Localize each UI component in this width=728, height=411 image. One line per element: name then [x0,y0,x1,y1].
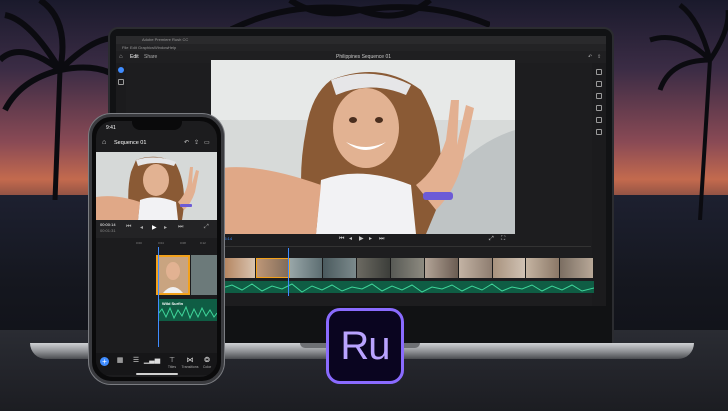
video-clip[interactable] [357,258,392,278]
selfie-video-frame [211,60,515,234]
phone-notch [132,121,182,130]
step-forward-icon[interactable]: ⏭ [379,235,384,243]
video-clip[interactable] [222,258,256,278]
forward-icon[interactable]: ▸ [369,235,372,243]
audio-clip-label: Wild Surfin [162,301,184,306]
fit-icon[interactable]: ⤢ [489,235,494,243]
program-monitor[interactable] [211,60,515,234]
transitions-icon[interactable] [596,81,602,87]
menu-edit[interactable]: Edit [130,45,137,50]
video-clip[interactable] [526,258,561,278]
rewind-icon[interactable]: ◂ [349,235,352,243]
selfie-video-frame [96,152,217,220]
timeline-playhead[interactable] [288,248,289,296]
phone-toolbar: + ▦ ☰ ▁▃▅ ⊤ Titles ⋈ Transitions ❂ Color [96,353,217,375]
tab-share[interactable]: Share [144,54,157,60]
media-icon[interactable] [118,79,124,85]
timeline-ruler[interactable] [211,246,591,252]
titles-tool[interactable]: ⊤ Titles [162,356,182,369]
phone-playhead[interactable] [158,247,159,347]
color-icon: ❂ [204,357,210,364]
logo-text: Ru [340,323,390,368]
undo-icon[interactable]: ↶ [184,139,189,146]
right-toolbar [592,63,606,306]
tab-edit[interactable]: Edit [130,54,139,60]
ruler-tick: 0:12 [200,241,206,245]
ruler-tick: 0:04 [158,241,164,245]
video-clip[interactable] [289,258,324,278]
phone-timeline-ruler[interactable]: 0:00 0:04 0:08 0:12 [96,240,217,248]
undo-icon[interactable]: ↶ [588,54,592,60]
phone-app-screen: 9:41 ⌂ Sequence 01 ↶ ⇪ ▭ 00:00:14 00:01:… [96,121,217,377]
phone-timecode: 00:00:14 [100,222,116,227]
video-clip[interactable] [323,258,358,278]
add-media-button[interactable]: + [100,357,109,366]
stats-tool[interactable]: ▁▃▅ [142,356,162,365]
phone-video-preview[interactable] [96,152,217,220]
titles-label: Titles [167,365,177,369]
fullscreen-icon[interactable]: ⛶ [501,235,505,243]
menu-file[interactable]: File [122,45,128,50]
video-clip[interactable] [424,258,459,278]
color-label: Color [202,365,212,369]
status-time: 9:41 [106,125,116,131]
video-clip[interactable] [492,258,527,278]
home-indicator [136,373,178,375]
add-media-button[interactable] [118,67,124,73]
phone-header: ⌂ Sequence 01 ↶ ⇪ ▭ [96,136,217,150]
step-back-icon[interactable]: ⏮ [126,224,131,231]
audio-track[interactable] [222,281,594,293]
color-icon[interactable] [596,93,602,99]
menu-graphics[interactable]: Graphics [138,45,154,50]
playback-controls: 00:00:25:14 ⏮ ◂ ▶ ▸ ⏭ ⤢ ⛶ [211,234,515,244]
play-icon[interactable]: ▶ [359,235,364,243]
audio-icon[interactable] [596,117,602,123]
ruler-tick: 0:08 [180,241,186,245]
app-menubar: File Edit Graphics Window Help [116,44,606,51]
home-icon[interactable]: ⌂ [119,54,123,60]
export-icon[interactable]: ⇪ [597,54,601,60]
titles-icon: ⊤ [168,357,176,364]
rewind-icon[interactable]: ◂ [140,224,143,231]
video-clip[interactable] [391,258,425,278]
palm-tree-far-right [649,3,728,220]
step-back-icon[interactable]: ⏮ [339,235,344,243]
comment-icon[interactable]: ▭ [204,139,210,146]
video-clip[interactable] [560,258,594,278]
speed-icon[interactable] [596,105,602,111]
phone-duration: 00:01:31 [100,228,116,233]
video-clip[interactable] [458,258,493,278]
ruler-tick: 0:00 [136,241,142,245]
audio-waveform [222,283,594,293]
phone-audio-clip[interactable]: Wild Surfin [158,299,217,321]
phone-sequence-title: Sequence 01 [114,140,147,146]
transform-icon[interactable] [596,129,602,135]
play-icon[interactable]: ▶ [152,224,157,231]
premiere-rush-logo: Ru [326,308,404,384]
selected-clip-outline[interactable] [256,258,290,278]
export-icon[interactable]: ⇪ [194,139,199,146]
app-title: Adobe Premiere Rush CC [142,37,189,42]
bars-icon: ▁▃▅ [143,357,161,364]
home-icon[interactable]: ⌂ [102,139,106,146]
menu-help[interactable]: Help [168,45,176,50]
phone-selected-video-clip[interactable] [156,255,190,295]
phone-frame: 9:41 ⌂ Sequence 01 ↶ ⇪ ▭ 00:00:14 00:01:… [89,114,224,384]
forward-icon[interactable]: ▸ [164,224,167,231]
phone-playback-controls: 00:00:14 00:01:31 ⏮ ◂ ▶ ▸ ⏭ ⤢ [96,220,217,238]
menu-window[interactable]: Window [154,45,168,50]
phone-video-clip[interactable] [191,255,217,295]
titles-icon[interactable] [596,69,602,75]
fullscreen-icon[interactable]: ⤢ [204,224,209,231]
step-forward-icon[interactable]: ⏭ [178,224,183,231]
color-tool[interactable]: ❂ Color [197,356,217,369]
app-titlebar: Adobe Premiere Rush CC [116,36,606,44]
clip-thumbnail [158,257,188,293]
